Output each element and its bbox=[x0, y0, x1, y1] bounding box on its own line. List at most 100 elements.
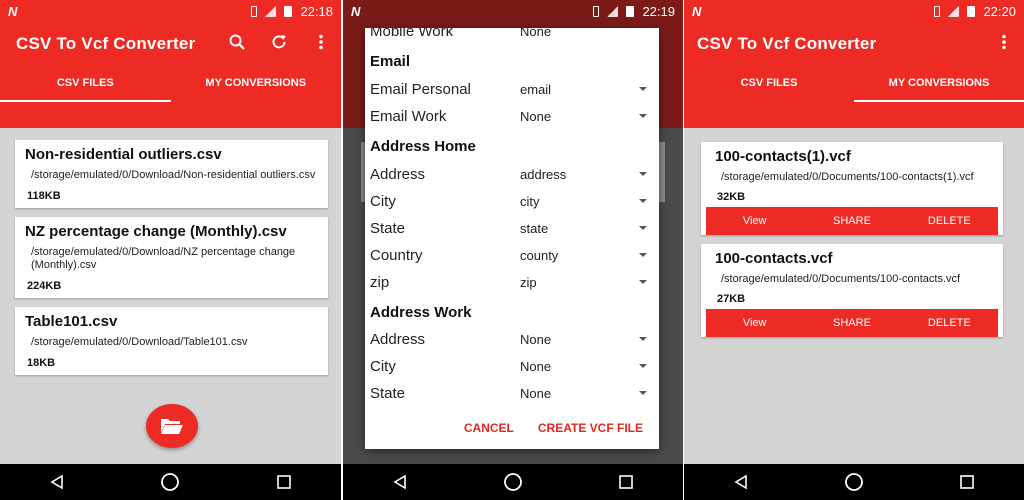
list-item[interactable]: Table101.csv /storage/emulated/0/Downloa… bbox=[15, 307, 328, 375]
list-item[interactable]: NZ percentage change (Monthly).csv /stor… bbox=[15, 217, 328, 298]
file-path: /storage/emulated/0/Download/Table101.cs… bbox=[31, 336, 248, 348]
tab-my-conversions[interactable]: MY CONVERSIONS bbox=[854, 72, 1024, 102]
field-value: state bbox=[520, 220, 549, 236]
toolbar-actions bbox=[994, 32, 1014, 52]
field-value: None bbox=[520, 331, 552, 347]
mapping-row[interactable]: City None bbox=[370, 356, 647, 376]
refresh-icon[interactable] bbox=[269, 32, 289, 52]
dropdown-arrow-icon bbox=[639, 364, 647, 368]
file-name: Table101.csv bbox=[25, 313, 118, 330]
conversion-actions: View SHARE DELETE bbox=[706, 207, 998, 235]
file-size: 32KB bbox=[717, 191, 746, 203]
list-item[interactable]: Non-residential outliers.csv /storage/em… bbox=[15, 140, 328, 208]
mapping-row[interactable]: zip zip bbox=[370, 272, 647, 292]
list-item: 100-contacts(1).vcf /storage/emulated/0/… bbox=[701, 142, 1003, 235]
csv-file-list: Non-residential outliers.csv /storage/em… bbox=[15, 140, 328, 384]
status-time: 22:19 bbox=[642, 3, 675, 19]
mapping-row[interactable]: Email Personal email bbox=[370, 79, 647, 99]
field-value: email bbox=[520, 81, 552, 97]
file-path: /storage/emulated/0/Documents/100-contac… bbox=[721, 273, 961, 285]
status-bar: N 22:19 bbox=[343, 0, 683, 22]
field-value: None bbox=[520, 28, 552, 39]
recents-icon[interactable] bbox=[273, 471, 295, 493]
app-title: CSV To Vcf Converter bbox=[697, 34, 877, 53]
mapping-row[interactable]: Email Work None bbox=[370, 106, 647, 126]
vibrate-icon bbox=[934, 5, 941, 17]
battery-icon bbox=[967, 5, 976, 17]
field-label: Email Personal bbox=[370, 80, 471, 98]
back-icon[interactable] bbox=[389, 471, 411, 493]
create-vcf-button[interactable]: CREATE VCF FILE bbox=[538, 421, 643, 435]
file-size: 118KB bbox=[27, 190, 61, 202]
signal-icon bbox=[948, 5, 960, 17]
dropdown-arrow-icon bbox=[639, 226, 647, 230]
app-title: CSV To Vcf Converter bbox=[16, 34, 196, 53]
status-bar: N 22:18 bbox=[0, 0, 341, 22]
delete-button[interactable]: DELETE bbox=[901, 317, 998, 329]
mapping-row[interactable]: Address None bbox=[370, 329, 647, 349]
open-folder-button[interactable] bbox=[146, 404, 198, 448]
field-label: Country bbox=[370, 246, 423, 264]
section-email: Email bbox=[370, 53, 411, 70]
field-value: None bbox=[520, 358, 552, 374]
status-bar: N 22:20 bbox=[684, 0, 1024, 22]
field-mapping-screen: N 22:19 Mobile Work None Email Email Per… bbox=[343, 0, 683, 500]
field-value: zip bbox=[520, 274, 537, 290]
tab-my-conversions[interactable]: MY CONVERSIONS bbox=[171, 72, 342, 102]
back-icon[interactable] bbox=[46, 471, 68, 493]
field-value: county bbox=[520, 247, 559, 263]
file-path: /storage/emulated/0/Download/NZ percenta… bbox=[31, 246, 296, 271]
more-vert-icon[interactable] bbox=[994, 32, 1014, 52]
mapping-row[interactable]: State None bbox=[370, 383, 647, 403]
share-button[interactable]: SHARE bbox=[803, 317, 900, 329]
tab-bar: CSV FILES MY CONVERSIONS bbox=[684, 72, 1024, 102]
dropdown-arrow-icon bbox=[639, 253, 647, 257]
vibrate-icon bbox=[251, 5, 258, 17]
more-vert-icon[interactable] bbox=[311, 32, 331, 52]
system-nav-bar bbox=[343, 464, 683, 500]
mapping-row[interactable]: City city bbox=[370, 191, 647, 211]
delete-button[interactable]: DELETE bbox=[901, 215, 998, 227]
app-bar-content: CSV To Vcf Converter CSV FILES MY CONVER… bbox=[0, 22, 341, 128]
dropdown-arrow-icon bbox=[639, 337, 647, 341]
back-icon[interactable] bbox=[730, 471, 752, 493]
file-size: 27KB bbox=[717, 293, 746, 305]
dropdown-arrow-icon bbox=[639, 114, 647, 118]
toolbar-actions bbox=[227, 32, 331, 52]
tab-csv-files[interactable]: CSV FILES bbox=[0, 72, 171, 102]
cancel-button[interactable]: CANCEL bbox=[464, 421, 514, 435]
dialog-actions: CANCEL CREATE VCF FILE bbox=[464, 421, 643, 435]
mapping-row[interactable]: Mobile Work None bbox=[370, 28, 647, 41]
view-button[interactable]: View bbox=[706, 215, 803, 227]
file-path: /storage/emulated/0/Documents/100-contac… bbox=[721, 171, 974, 183]
field-label: State bbox=[370, 384, 406, 402]
status-time: 22:18 bbox=[300, 3, 333, 19]
field-value: None bbox=[520, 108, 552, 124]
recents-icon[interactable] bbox=[615, 471, 637, 493]
my-conversions-screen: N 22:20 CSV To Vcf Converter CSV FILES M… bbox=[684, 0, 1024, 500]
signal-icon bbox=[265, 5, 277, 17]
share-button[interactable]: SHARE bbox=[803, 215, 900, 227]
field-label: State bbox=[370, 219, 406, 237]
recents-icon[interactable] bbox=[956, 471, 978, 493]
search-icon[interactable] bbox=[227, 32, 247, 52]
field-value: address bbox=[520, 166, 567, 182]
home-icon[interactable] bbox=[502, 471, 524, 493]
field-label: Address bbox=[370, 330, 426, 348]
home-icon[interactable] bbox=[843, 471, 865, 493]
system-nav-bar bbox=[684, 464, 1024, 500]
list-item: 100-contacts.vcf /storage/emulated/0/Doc… bbox=[701, 244, 1003, 337]
file-name: 100-contacts(1).vcf bbox=[715, 148, 851, 165]
mapping-row[interactable]: State state bbox=[370, 218, 647, 238]
notification-icon: N bbox=[351, 3, 361, 19]
home-icon[interactable] bbox=[159, 471, 181, 493]
view-button[interactable]: View bbox=[706, 317, 803, 329]
battery-icon bbox=[284, 5, 293, 17]
field-label: Email Work bbox=[370, 107, 447, 125]
system-nav-bar bbox=[0, 464, 341, 500]
mapping-row[interactable]: Country county bbox=[370, 245, 647, 265]
field-label: City bbox=[370, 357, 396, 375]
mapping-row[interactable]: Address address bbox=[370, 164, 647, 184]
tab-csv-files[interactable]: CSV FILES bbox=[684, 72, 854, 102]
file-name: 100-contacts.vcf bbox=[715, 250, 833, 267]
